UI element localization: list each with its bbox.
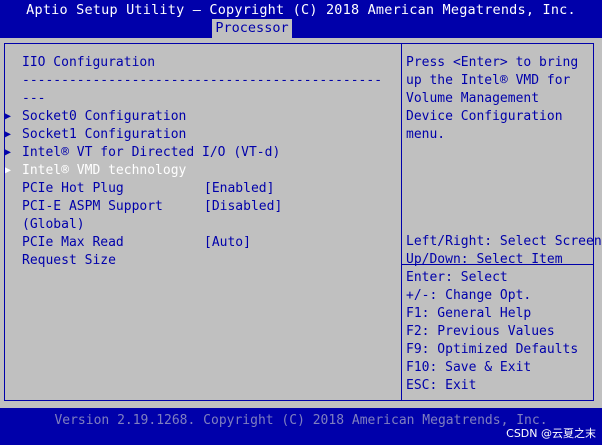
submenu-arrow-icon: ▶ — [5, 147, 12, 158]
setting-label-max-read[interactable]: PCIe Max Read — [22, 234, 124, 252]
tab-processor[interactable]: Processor — [212, 19, 292, 38]
setting-label-max-read-cont: Request Size — [22, 253, 116, 268]
key-legend-line: ESC: Exit — [406, 378, 477, 393]
separator: --- — [22, 91, 46, 106]
help-line: Device Configuration — [406, 109, 563, 124]
setting-label-aspm-cont: (Global) — [22, 217, 85, 232]
app-title: Aptio Setup Utility – Copyright (C) 2018… — [26, 2, 576, 18]
submenu-arrow-icon: ▶ — [5, 165, 12, 176]
help-line: Volume Management — [406, 91, 540, 106]
title-bar: Aptio Setup Utility – Copyright (C) 2018… — [0, 0, 602, 38]
key-legend-line: F2: Previous Values — [406, 324, 555, 339]
vertical-divider — [401, 43, 402, 401]
menu-heading: IIO Configuration — [22, 55, 156, 70]
menu-item-vmd[interactable]: Intel® VMD technology — [22, 162, 186, 180]
key-legend-line: Left/Right: Select Screen — [406, 234, 602, 249]
key-legend-line: F10: Save & Exit — [406, 360, 532, 375]
key-legend-line: Enter: Select — [406, 270, 508, 285]
setting-value-aspm[interactable]: [Disabled] — [204, 198, 282, 216]
help-line: up the Intel® VMD for — [406, 73, 571, 88]
main-panel: IIO Configuration ----------------------… — [0, 38, 602, 408]
submenu-arrow-icon: ▶ — [5, 111, 12, 122]
key-legend-line: Up/Down: Select Item — [406, 252, 563, 267]
setting-label-pcie-hot-plug[interactable]: PCIe Hot Plug — [22, 180, 124, 198]
setting-value-max-read[interactable]: [Auto] — [204, 234, 251, 252]
menu-item-vtd[interactable]: Intel® VT for Directed I/O (VT-d) — [22, 144, 280, 162]
help-line: Press <Enter> to bring — [406, 55, 579, 70]
key-legend-line: F9: Optimized Defaults — [406, 342, 579, 357]
key-legend-line: F1: General Help — [406, 306, 532, 321]
menu-item-socket0[interactable]: Socket0 Configuration — [22, 108, 186, 126]
help-line: menu. — [406, 127, 446, 142]
footer-bar: Version 2.19.1268. Copyright (C) 2018 Am… — [0, 408, 602, 445]
setting-value-pcie-hot-plug[interactable]: [Enabled] — [204, 180, 274, 198]
setting-label-aspm[interactable]: PCI-E ASPM Support — [22, 198, 163, 216]
separator: ----------------------------------------… — [22, 73, 383, 88]
submenu-arrow-icon: ▶ — [5, 129, 12, 140]
menu-item-socket1[interactable]: Socket1 Configuration — [22, 126, 186, 144]
watermark: CSDN @云夏之末 — [506, 427, 596, 440]
key-legend-line: +/-: Change Opt. — [406, 288, 532, 303]
